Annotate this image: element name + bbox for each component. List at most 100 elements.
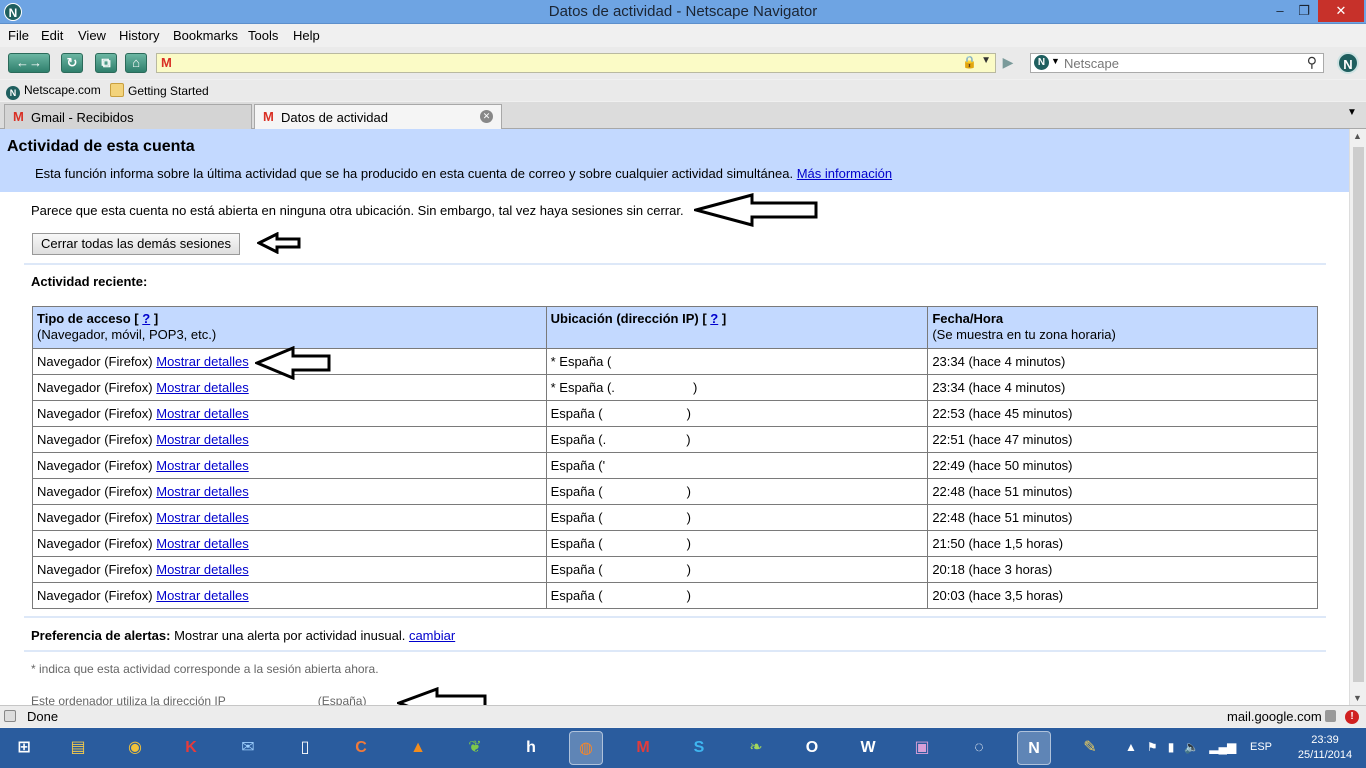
reload-icon[interactable]: ↻	[61, 53, 83, 73]
security-lock-icon[interactable]: 🔒	[962, 55, 977, 69]
scroll-up-icon[interactable]: ▲	[1353, 131, 1362, 141]
back-icon[interactable]: ←	[16, 55, 29, 70]
scrollbar-thumb[interactable]	[1353, 147, 1364, 682]
firefox-icon[interactable]: ◍	[569, 731, 603, 765]
show-details-link[interactable]: Mostrar detalles	[156, 380, 248, 395]
bookmark-getting-started[interactable]: Getting Started	[110, 83, 209, 98]
chrome-icon[interactable]: ◉	[118, 731, 152, 765]
padlock-icon[interactable]	[1325, 710, 1336, 722]
vertical-scrollbar[interactable]: ▲ ▼	[1349, 129, 1366, 705]
battery-icon[interactable]: ▮	[1168, 740, 1175, 754]
forward-icon[interactable]: →	[29, 55, 42, 70]
gmail-favicon-icon: M	[161, 55, 172, 70]
tab-list-dropdown-icon[interactable]: ▼	[1347, 107, 1357, 118]
show-details-link[interactable]: Mostrar detalles	[156, 432, 248, 447]
scroll-down-icon[interactable]: ▼	[1353, 693, 1362, 703]
start-icon[interactable]: ⊞	[7, 731, 41, 765]
access-help-link[interactable]: ?	[142, 311, 150, 326]
show-details-link[interactable]: Mostrar detalles	[156, 484, 248, 499]
access-type: Navegador (Firefox)	[37, 536, 153, 551]
paint-icon[interactable]: ✎	[1073, 731, 1107, 765]
show-details-link[interactable]: Mostrar detalles	[156, 588, 248, 603]
notepad-icon[interactable]: ▯	[288, 731, 322, 765]
location-cell: España ()	[545, 582, 929, 609]
language-indicator[interactable]: ESP	[1250, 741, 1272, 753]
outlook-icon[interactable]: O	[795, 731, 829, 765]
kaspersky-icon[interactable]: K	[174, 731, 208, 765]
evernote-icon[interactable]: ❦	[458, 731, 492, 765]
new-window-icon[interactable]: ⧉	[95, 53, 117, 73]
vlc-icon[interactable]: ▲	[401, 731, 435, 765]
menu-history[interactable]: History	[119, 28, 159, 43]
bookmark-netscape[interactable]: N Netscape.com	[6, 83, 101, 100]
tab-activity-data[interactable]: M Datos de actividad ✕	[254, 104, 502, 130]
show-details-link[interactable]: Mostrar detalles	[156, 458, 248, 473]
table-row: Navegador (Firefox) Mostrar detalles Esp…	[32, 452, 1318, 479]
gmail-icon[interactable]: M	[626, 731, 660, 765]
show-details-link[interactable]: Mostrar detalles	[156, 510, 248, 525]
divider	[24, 263, 1326, 265]
tab-gmail-inbox[interactable]: M Gmail - Recibidos	[4, 104, 252, 129]
activity-table: Tipo de acceso [ ? ] (Navegador, móvil, …	[32, 306, 1318, 609]
location-cell: España ()	[545, 504, 929, 531]
taskbar: ⊞ ▤ ◉ K ✉ ▯ C ▲ ❦ h ◍ M S ❧ O W ▣ ◌ N ✎ …	[0, 728, 1366, 768]
flag-icon[interactable]: ⚑	[1147, 740, 1158, 754]
netscape-bookmark-icon: N	[6, 86, 20, 100]
menu-view[interactable]: View	[78, 28, 106, 43]
show-details-link[interactable]: Mostrar detalles	[156, 536, 248, 551]
close-other-sessions-button[interactable]: Cerrar todas las demás sesiones	[32, 233, 241, 255]
netscape-icon[interactable]: N	[1017, 731, 1051, 765]
network-icon[interactable]: ▂▄▆	[1209, 740, 1236, 754]
menu-file[interactable]: File	[8, 28, 29, 43]
location-end: )	[692, 380, 698, 395]
go-icon[interactable]: ▶	[998, 54, 1018, 72]
volume-icon[interactable]: 🔈	[1184, 740, 1199, 754]
more-info-link[interactable]: Más información	[797, 166, 892, 181]
home-icon[interactable]: ⌂	[125, 53, 147, 73]
show-hidden-icons-icon[interactable]: ▲	[1125, 740, 1137, 754]
url-bar[interactable]: M 🔒 ▼	[156, 53, 996, 73]
error-icon[interactable]: !	[1345, 710, 1359, 724]
skype-icon[interactable]: S	[682, 731, 716, 765]
location-end: )	[686, 588, 691, 603]
close-tab-icon[interactable]: ✕	[480, 110, 493, 123]
cyberlink-icon[interactable]: ◌	[962, 731, 996, 765]
ccleaner-icon[interactable]: C	[344, 731, 378, 765]
search-engine-dropdown-icon[interactable]: ▼	[1051, 56, 1060, 66]
show-details-link[interactable]: Mostrar detalles	[156, 562, 248, 577]
menu-tools[interactable]: Tools	[248, 28, 278, 43]
access-cell: Navegador (Firefox) Mostrar detalles	[32, 582, 547, 609]
youtube-downloader-icon[interactable]: ▣	[905, 731, 939, 765]
word-icon[interactable]: W	[851, 731, 885, 765]
thunderbird-icon[interactable]: ✉	[231, 731, 265, 765]
close-window-button[interactable]: ✕	[1318, 0, 1364, 22]
feedreader-icon[interactable]: ❧	[739, 731, 773, 765]
url-dropdown-icon[interactable]: ▼	[981, 55, 991, 66]
search-input[interactable]: Netscape	[1064, 56, 1119, 71]
ip-country: (España)	[317, 694, 367, 705]
tab-bar: M Gmail - Recibidos M Datos de actividad…	[0, 102, 1366, 130]
file-explorer-icon[interactable]: ▤	[61, 731, 95, 765]
netscape-throbber-icon[interactable]: N	[1337, 52, 1359, 74]
window-title: Datos de actividad - Netscape Navigator	[548, 3, 818, 20]
menu-edit[interactable]: Edit	[41, 28, 63, 43]
search-icon[interactable]: ⚲	[1307, 54, 1317, 71]
show-details-link[interactable]: Mostrar detalles	[156, 406, 248, 421]
menu-help[interactable]: Help	[293, 28, 320, 43]
location-cell: España ()	[545, 530, 929, 557]
maximize-button[interactable]: ❐	[1290, 0, 1318, 22]
hootsuite-icon[interactable]: h	[514, 731, 548, 765]
activity-rows: Navegador (Firefox) Mostrar detalles * E…	[32, 348, 1318, 609]
location-help-link[interactable]: ?	[710, 311, 718, 326]
change-alerts-link[interactable]: cambiar	[409, 628, 455, 643]
clock[interactable]: 23:39 25/11/2014	[1290, 733, 1360, 763]
folder-icon	[110, 83, 124, 97]
header-panel: Actividad de esta cuenta Esta función in…	[0, 129, 1349, 192]
search-engine-icon[interactable]: N	[1034, 55, 1049, 70]
back-forward-button[interactable]: ←→	[8, 53, 50, 73]
show-details-link[interactable]: Mostrar detalles	[156, 354, 248, 369]
time-cell: 21:50 (hace 1,5 horas)	[927, 530, 1318, 557]
search-box[interactable]: N ▼ Netscape ⚲	[1030, 53, 1324, 73]
location-end: )	[686, 484, 691, 499]
menu-bookmarks[interactable]: Bookmarks	[173, 28, 238, 43]
